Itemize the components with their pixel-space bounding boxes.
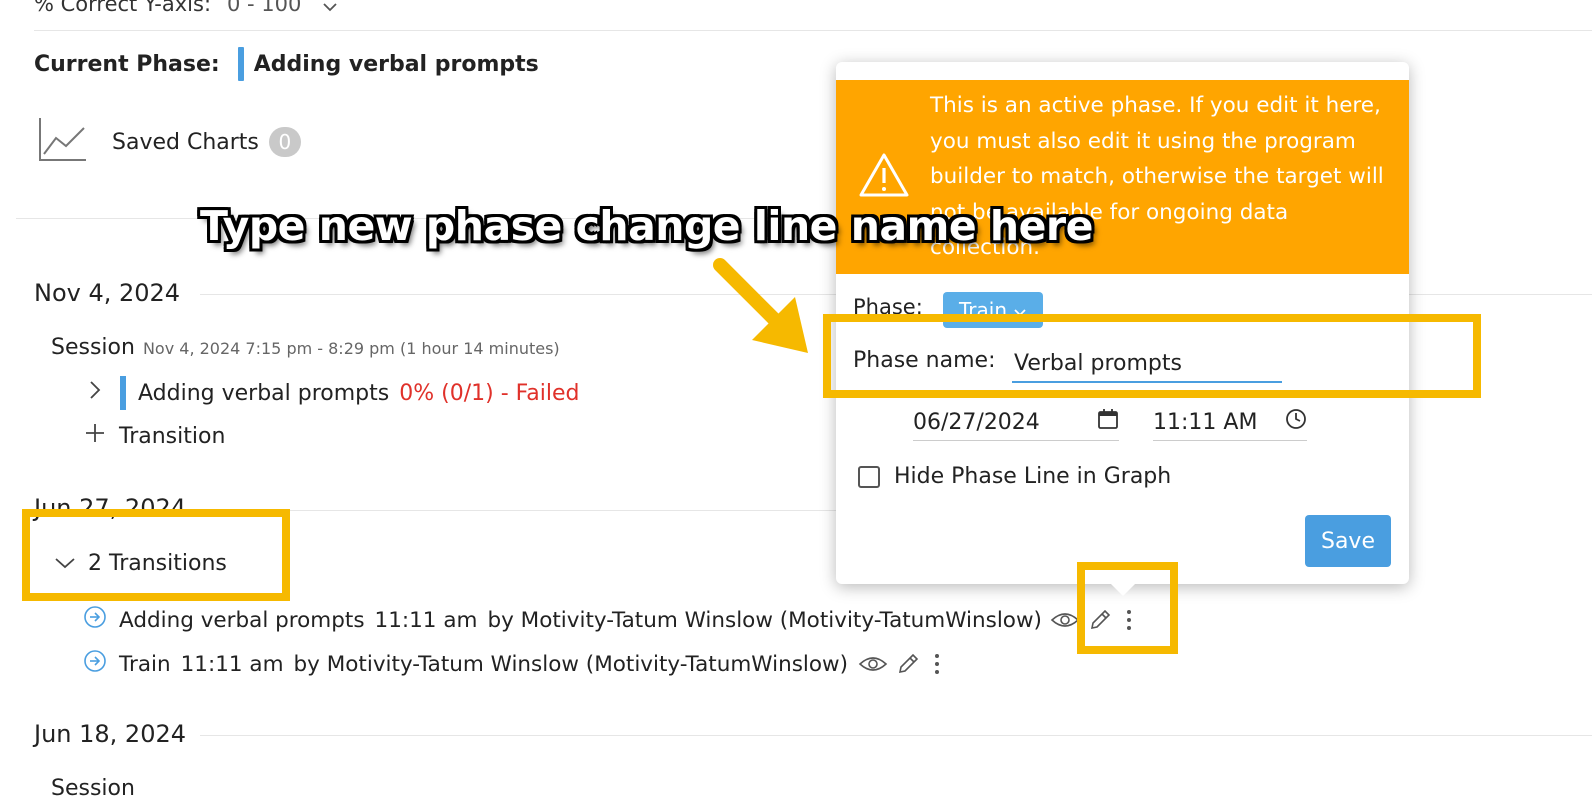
transition-time: 11:11 am xyxy=(180,651,284,677)
transition-author: by Motivity-Tatum Winslow (Motivity-Tatu… xyxy=(293,651,848,677)
date-input[interactable]: 06/27/2024 xyxy=(913,404,1119,441)
add-transition-button[interactable]: Transition xyxy=(85,423,225,449)
highlight-transitions xyxy=(22,509,290,601)
save-button[interactable]: Save xyxy=(1305,515,1391,567)
session-row: Session Nov 4, 2024 7:15 pm - 8:29 pm (1 … xyxy=(51,335,560,360)
hide-phase-line-checkbox[interactable] xyxy=(858,465,880,488)
phase-color-bar xyxy=(120,376,126,410)
session-meta: Nov 4, 2024 7:15 pm - 8:29 pm (1 hour 14… xyxy=(142,339,560,358)
session-label: Session xyxy=(51,335,135,360)
clock-icon[interactable] xyxy=(1285,408,1307,436)
transition-row: Adding verbal prompts 11:11 am by Motivi… xyxy=(83,605,1132,635)
add-transition-label: Transition xyxy=(119,423,226,449)
divider xyxy=(200,510,836,511)
current-phase-label: Current Phase: xyxy=(34,51,220,77)
phase-color-bar xyxy=(237,47,244,81)
arrow-circle-icon xyxy=(83,605,107,635)
hide-phase-line-option[interactable]: Hide Phase Line in Graph xyxy=(858,464,1171,489)
transition-name: Train xyxy=(119,651,171,677)
session-entry-result: 0% (0/1) - Failed xyxy=(399,380,580,406)
current-phase: Current Phase: Adding verbal prompts xyxy=(34,47,539,81)
date-header-nov4: Nov 4, 2024 xyxy=(34,279,181,307)
highlight-phase-name xyxy=(823,314,1481,398)
highlight-edit-icon xyxy=(1077,562,1178,654)
plus-icon xyxy=(85,423,105,449)
saved-charts[interactable]: Saved Charts 0 xyxy=(38,116,301,168)
transition-name: Adding verbal prompts xyxy=(119,607,365,633)
current-phase-value: Adding verbal prompts xyxy=(253,51,539,77)
transition-author: by Motivity-Tatum Winslow (Motivity-Tatu… xyxy=(487,607,1042,633)
date-header-jun18: Jun 18, 2024 xyxy=(34,720,187,748)
date-value: 06/27/2024 xyxy=(913,409,1040,435)
pencil-icon[interactable] xyxy=(896,652,920,676)
more-vertical-icon[interactable] xyxy=(934,653,940,675)
transition-time: 11:11 am xyxy=(374,607,478,633)
divider xyxy=(200,735,1592,736)
saved-charts-label: Saved Charts xyxy=(112,129,259,155)
time-input[interactable]: 11:11 AM xyxy=(1153,404,1307,441)
saved-charts-count-badge: 0 xyxy=(268,127,301,157)
session-entry-name: Adding verbal prompts xyxy=(138,380,390,406)
eye-icon[interactable] xyxy=(1050,609,1080,631)
eye-icon[interactable] xyxy=(858,653,888,675)
session-label-partial: Session xyxy=(51,776,135,801)
calendar-icon[interactable] xyxy=(1097,408,1119,436)
y-axis-setting[interactable]: % Correct Y-axis: 0 - 100 xyxy=(34,0,338,17)
y-axis-label: % Correct Y-axis: xyxy=(34,0,212,16)
transition-row: Train 11:11 am by Motivity-Tatum Winslow… xyxy=(83,649,940,679)
tutorial-callout: Type new phase change line name here xyxy=(200,202,1093,250)
warning-triangle-icon xyxy=(858,152,910,202)
hide-phase-line-label: Hide Phase Line in Graph xyxy=(894,464,1172,489)
y-axis-value: 0 - 100 xyxy=(227,0,302,16)
divider xyxy=(34,30,1592,31)
arrow-circle-icon xyxy=(83,649,107,679)
chevron-right-icon[interactable] xyxy=(88,379,102,407)
line-chart-icon xyxy=(38,116,88,168)
session-entry[interactable]: Adding verbal prompts 0% (0/1) - Failed xyxy=(88,376,579,410)
time-value: 11:11 AM xyxy=(1153,409,1258,435)
callout-arrow-icon xyxy=(713,258,808,353)
chevron-down-icon xyxy=(322,0,338,17)
